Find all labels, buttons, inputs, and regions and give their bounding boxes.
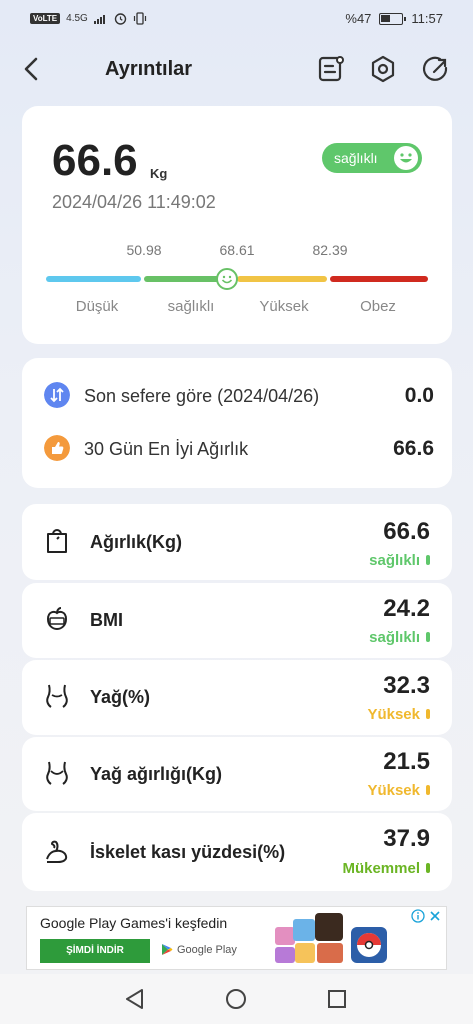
scale-value-high: 82.39 (312, 242, 348, 258)
metric-status: Yüksek (367, 782, 420, 799)
metric-value: 37.9 (383, 825, 430, 852)
thumbs-up-icon (44, 435, 70, 461)
scale-value-mid: 68.61 (219, 242, 255, 258)
metric-status: Mükemmel (342, 860, 420, 877)
status-indicator (426, 863, 430, 873)
compare-icon (44, 382, 70, 408)
battery-percent: %47 (345, 11, 372, 26)
weight-unit: Kg (150, 166, 168, 181)
clock: 11:57 (411, 11, 443, 26)
signal-icon (93, 14, 105, 24)
metric-label: BMI (90, 610, 123, 630)
smiley-icon (394, 146, 418, 170)
metric-value: 24.2 (383, 595, 430, 622)
range-label-healthy: sağlıklı (167, 298, 215, 315)
range-label-high: Yüksek (259, 298, 309, 315)
status-indicator (426, 785, 430, 795)
ad-banner[interactable]: Google Play Games'i keşfedin ŞİMDİ İNDİR… (26, 906, 447, 970)
best-weight-value: 66.6 (393, 437, 434, 460)
status-bar: VoLTE 4.5G %47 11:57 (0, 0, 473, 38)
battery-icon (379, 12, 407, 25)
metric-label: İskelet kası yüzdesi(%) (90, 842, 286, 862)
body-fat-icon (46, 684, 68, 708)
vibrate-icon (133, 12, 146, 25)
list-item[interactable]: Son sefere göre (2024/04/26) 0.0 (44, 380, 434, 410)
system-navigation-bar (0, 974, 473, 1024)
alarm-icon (114, 13, 127, 25)
metric-label: Yağ ağırlığı(Kg) (90, 764, 223, 784)
fat-mass-icon (46, 761, 68, 785)
ad-title: Google Play Games'i keşfedin (40, 915, 228, 931)
metric-status: sağlıklı (369, 629, 420, 646)
weight-value: 66.6 (52, 136, 138, 185)
range-label-obese: Obez (360, 298, 396, 315)
page-title: Ayrıntılar (105, 58, 193, 80)
list-item[interactable]: 30 Gün En İyi Ağırlık 66.6 (44, 433, 434, 463)
metric-label: Yağ(%) (90, 687, 151, 707)
metric-row-fat-mass[interactable]: Yağ ağırlığı(Kg) 21.5 Yüksek (22, 737, 452, 811)
ad-store-label: Google Play (177, 943, 237, 956)
comparison-card: Son sefere göre (2024/04/26) 0.0 30 Gün … (22, 358, 452, 488)
report-icon[interactable] (316, 54, 346, 84)
status-indicator (426, 632, 430, 642)
comparison-value: 0.0 (404, 384, 434, 407)
weight-summary-card: 66.6 Kg 2024/04/26 11:49:02 sağlıklı 50.… (22, 106, 452, 344)
ad-game-thumbnails (275, 913, 387, 963)
metric-row-fat-percent[interactable]: Yağ(%) 32.3 Yüksek (22, 660, 452, 735)
status-indicator (426, 709, 430, 719)
google-play-icon (162, 944, 173, 955)
bmi-icon (46, 607, 68, 631)
scale-value-low: 50.98 (126, 242, 162, 258)
metric-value: 32.3 (383, 672, 430, 699)
ad-close-icon[interactable] (428, 909, 442, 923)
back-triangle-icon[interactable] (122, 986, 148, 1012)
settings-icon[interactable] (368, 54, 398, 84)
signal-text: 4.5G (66, 13, 88, 24)
recents-square-icon[interactable] (324, 986, 350, 1012)
share-icon[interactable] (421, 54, 451, 84)
comparison-label: Son sefere göre (2024/04/26) (84, 386, 320, 406)
metric-value: 66.6 (383, 518, 430, 545)
status-badge-label: sağlıklı (334, 150, 378, 166)
metric-row-skeletal-muscle[interactable]: İskelet kası yüzdesi(%) 37.9 Mükemmel (22, 813, 452, 891)
range-bar-high (237, 276, 327, 282)
metric-value: 21.5 (383, 748, 430, 775)
range-label-low: Düşük (75, 298, 119, 315)
range-bar-obese (330, 276, 428, 282)
app-header: Ayrıntılar (0, 46, 473, 94)
ad-controls (411, 909, 442, 923)
scale-icon (47, 529, 67, 553)
volte-badge: VoLTE (30, 13, 61, 24)
status-indicator (426, 555, 430, 565)
muscle-icon (46, 840, 68, 863)
range-bar-low (46, 276, 141, 282)
ad-info-icon[interactable] (411, 909, 425, 923)
scale-marker-icon (216, 268, 238, 290)
ad-download-button[interactable]: ŞİMDİ İNDİR (40, 939, 150, 963)
back-arrow-icon[interactable] (18, 54, 46, 84)
battery-fill (381, 14, 391, 22)
metric-row-bmi[interactable]: BMI 24.2 sağlıklı (22, 583, 452, 658)
best-weight-label: 30 Gün En İyi Ağırlık (84, 439, 249, 459)
home-circle-icon[interactable] (223, 986, 249, 1012)
measurement-datetime: 2024/04/26 11:49:02 (52, 192, 216, 212)
metric-status: Yüksek (367, 706, 420, 723)
status-badge: sağlıklı (322, 143, 422, 173)
metric-status: sağlıklı (369, 552, 420, 569)
metric-row-weight[interactable]: Ağırlık(Kg) 66.6 sağlıklı (22, 504, 452, 580)
ad-store-badge: Google Play (161, 943, 237, 956)
metric-label: Ağırlık(Kg) (90, 532, 182, 552)
